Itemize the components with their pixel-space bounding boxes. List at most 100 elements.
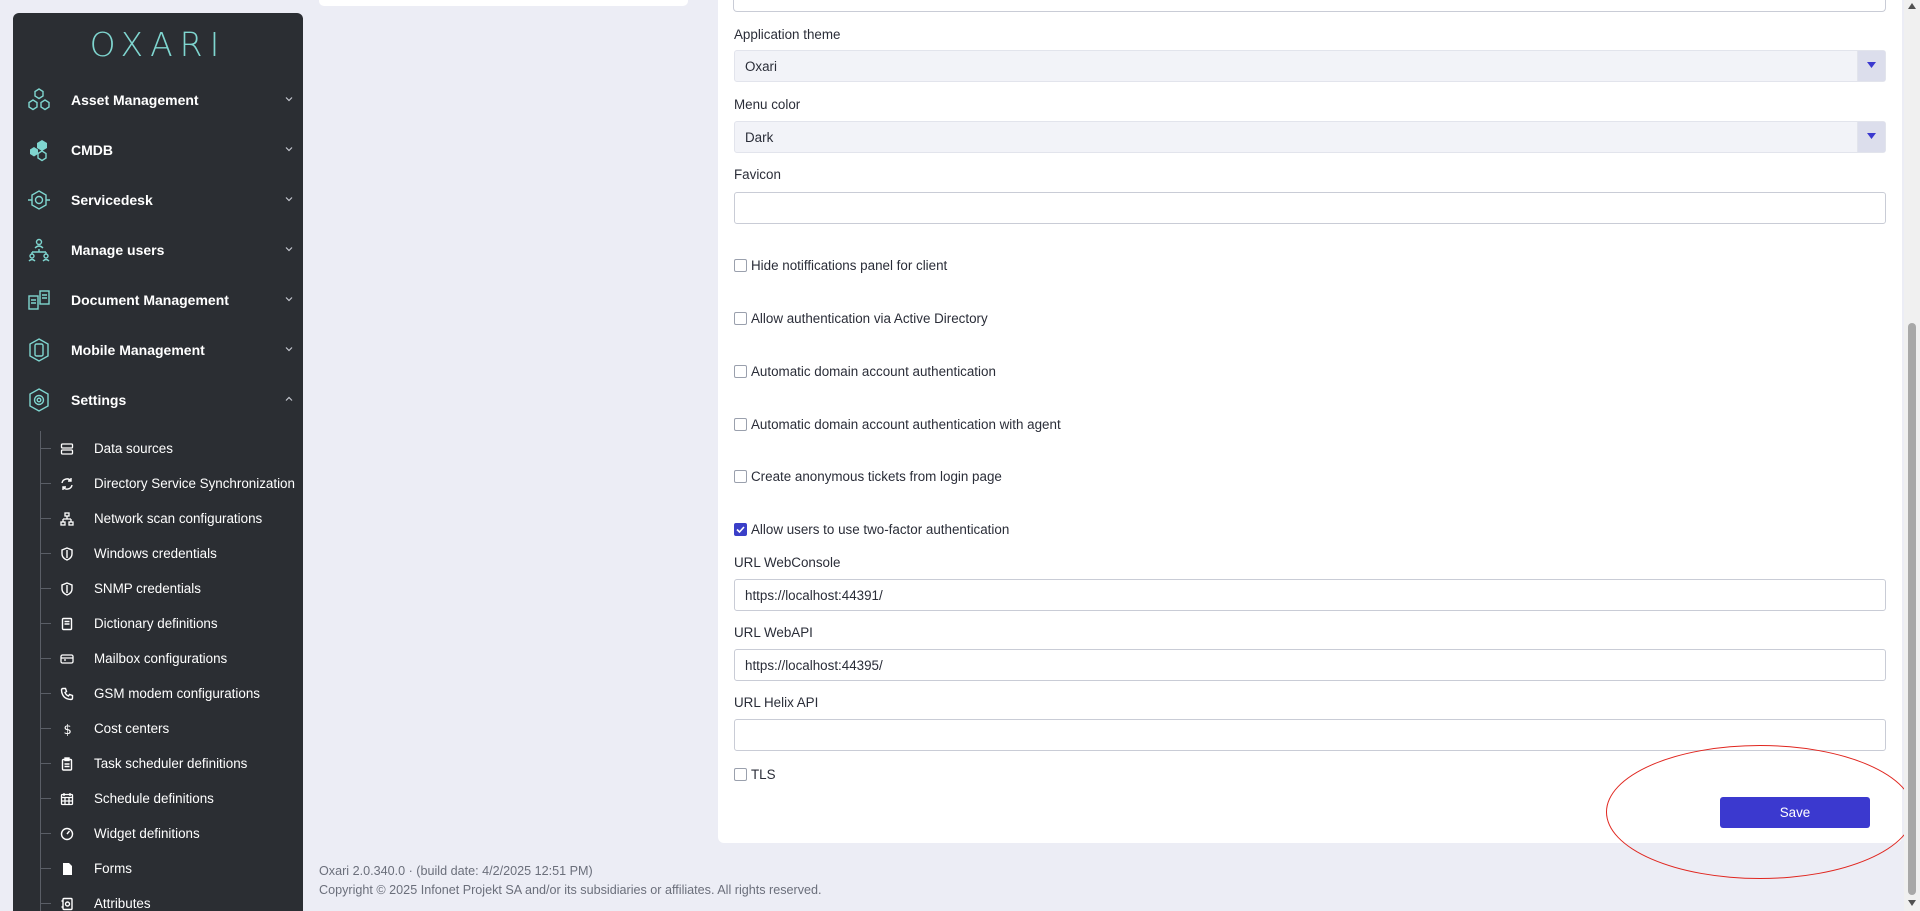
- sidebar-item-dictionary-definitions[interactable]: Dictionary definitions: [13, 606, 303, 641]
- mobile-icon: [29, 338, 49, 362]
- gauge-icon: [60, 827, 74, 840]
- domain-auth-agent-checkbox-row[interactable]: Automatic domain account authentication …: [734, 417, 1061, 432]
- checkbox-label: Hide notiffications panel for client: [751, 258, 948, 273]
- logo[interactable]: OXARI: [13, 13, 303, 75]
- gear-icon: [29, 388, 49, 412]
- sidebar-item-mailbox-configurations[interactable]: Mailbox configurations: [13, 641, 303, 676]
- menu-color-select[interactable]: Dark: [734, 121, 1886, 153]
- caret-down-icon: [1867, 133, 1876, 139]
- active-directory-auth-checkbox-row[interactable]: Allow authentication via Active Director…: [734, 311, 988, 326]
- domain-auth-checkbox-row[interactable]: Automatic domain account authentication: [734, 364, 996, 379]
- dollar-icon: $: [64, 723, 72, 736]
- sidebar-item-forms[interactable]: Forms: [13, 851, 303, 886]
- hide-notifications-checkbox[interactable]: [734, 259, 747, 272]
- book-icon: [61, 617, 73, 630]
- checkbox-label: Allow authentication via Active Director…: [751, 311, 988, 326]
- active-directory-auth-checkbox[interactable]: [734, 312, 747, 325]
- chevron-down-icon: [285, 247, 293, 252]
- sidebar-item-label: Dictionary definitions: [94, 616, 218, 631]
- phone-icon: [60, 687, 74, 700]
- previous-field[interactable]: [733, 0, 1886, 12]
- chevron-down-icon: [285, 297, 293, 302]
- favicon-input[interactable]: [734, 192, 1886, 224]
- scroll-thumb[interactable]: [1908, 323, 1916, 895]
- two-factor-checkbox[interactable]: [734, 523, 747, 536]
- chevron-up-icon: [285, 396, 293, 401]
- save-button[interactable]: Save: [1720, 797, 1870, 828]
- sidebar-item-label: Directory Service Synchronization: [94, 476, 295, 491]
- hide-notifications-checkbox-row[interactable]: Hide notiffications panel for client: [734, 258, 947, 273]
- sidebar-item-cost-centers[interactable]: $ Cost centers: [13, 711, 303, 746]
- nav-mobile-management[interactable]: Mobile Management: [13, 325, 303, 375]
- nav-label: Manage users: [71, 242, 165, 258]
- dropdown-button[interactable]: [1857, 122, 1885, 152]
- sidebar-item-widget-definitions[interactable]: Widget definitions: [13, 816, 303, 851]
- nav-asset-management[interactable]: Asset Management: [13, 75, 303, 125]
- sidebar-item-attributes[interactable]: Attributes: [13, 886, 303, 911]
- sidebar-item-task-scheduler[interactable]: Task scheduler definitions: [13, 746, 303, 781]
- menu-color-value: Dark: [745, 130, 774, 145]
- sidebar-item-directory-sync[interactable]: Directory Service Synchronization: [13, 466, 303, 501]
- server-icon: [60, 442, 74, 455]
- shield-icon: [61, 546, 73, 561]
- menu-color-label: Menu color: [734, 97, 801, 112]
- servicedesk-icon: [28, 190, 50, 210]
- application-theme-select[interactable]: Oxari: [734, 50, 1886, 82]
- sidebar-item-data-sources[interactable]: Data sources: [13, 431, 303, 466]
- documents-icon: [28, 290, 50, 310]
- nav-label: Document Management: [71, 292, 229, 308]
- sidebar-item-label: Forms: [94, 861, 132, 876]
- settings-form-card: Application theme Oxari Menu color Dark …: [718, 0, 1902, 843]
- sidebar-item-label: Attributes: [94, 896, 151, 911]
- domain-auth-agent-checkbox[interactable]: [734, 418, 747, 431]
- anonymous-tickets-checkbox-row[interactable]: Create anonymous tickets from login page: [734, 469, 1002, 484]
- anonymous-tickets-checkbox[interactable]: [734, 470, 747, 483]
- url-webconsole-input[interactable]: [734, 579, 1886, 611]
- chevron-down-icon: [285, 197, 293, 202]
- dropdown-button[interactable]: [1857, 51, 1885, 81]
- nav-cmdb[interactable]: CMDB: [13, 125, 303, 175]
- chevron-down-icon: [285, 147, 293, 152]
- nav-manage-users[interactable]: Manage users: [13, 225, 303, 275]
- footer-version: Oxari 2.0.340.0 · (build date: 4/2/2025 …: [319, 864, 593, 878]
- checkmark-icon: [736, 526, 745, 534]
- sidebar-item-label: Data sources: [94, 441, 173, 456]
- domain-auth-checkbox[interactable]: [734, 365, 747, 378]
- calendar-icon: [60, 792, 74, 805]
- nav-servicedesk[interactable]: Servicedesk: [13, 175, 303, 225]
- settings-submenu: Data sources Directory Service Synchroni…: [13, 431, 303, 911]
- sidebar-item-label: Network scan configurations: [94, 511, 263, 526]
- caret-down-icon: [1867, 62, 1876, 68]
- nav-document-management[interactable]: Document Management: [13, 275, 303, 325]
- sidebar-item-windows-credentials[interactable]: Windows credentials: [13, 536, 303, 571]
- shield-icon: [61, 581, 73, 596]
- url-webapi-input[interactable]: [734, 649, 1886, 681]
- application-theme-label: Application theme: [734, 27, 841, 42]
- sidebar-item-label: Schedule definitions: [94, 791, 214, 806]
- checkbox-label: Create anonymous tickets from login page: [751, 469, 1002, 484]
- logo-text: OXARI: [89, 24, 227, 64]
- scroll-up-arrow-icon[interactable]: [1907, 2, 1917, 10]
- url-helix-input[interactable]: [734, 719, 1886, 751]
- checkbox-label: Allow users to use two-factor authentica…: [751, 522, 1010, 537]
- sidebar-item-snmp-credentials[interactable]: SNMP credentials: [13, 571, 303, 606]
- nav-label: CMDB: [71, 142, 113, 158]
- sidebar-item-network-scan[interactable]: Network scan configurations: [13, 501, 303, 536]
- sidebar-item-label: Windows credentials: [94, 546, 217, 561]
- scroll-down-arrow-icon[interactable]: [1907, 899, 1917, 907]
- tls-checkbox[interactable]: [734, 768, 747, 781]
- tls-checkbox-row[interactable]: TLS: [734, 767, 776, 782]
- nav-settings[interactable]: Settings: [13, 375, 303, 425]
- chevron-down-icon: [285, 347, 293, 352]
- url-helix-label: URL Helix API: [734, 695, 819, 710]
- file-icon: [63, 862, 72, 875]
- sidebar-item-schedule-definitions[interactable]: Schedule definitions: [13, 781, 303, 816]
- page-scrollbar[interactable]: [1904, 0, 1920, 911]
- sidebar-item-gsm-modem[interactable]: GSM modem configurations: [13, 676, 303, 711]
- checkbox-label: Automatic domain account authentication: [751, 364, 996, 379]
- users-hierarchy-icon: [28, 238, 50, 262]
- nav-label: Asset Management: [71, 92, 199, 108]
- sidebar: OXARI Asset Management CMDB Servicedesk: [13, 13, 303, 911]
- application-theme-value: Oxari: [745, 59, 777, 74]
- two-factor-checkbox-row[interactable]: Allow users to use two-factor authentica…: [734, 522, 1009, 537]
